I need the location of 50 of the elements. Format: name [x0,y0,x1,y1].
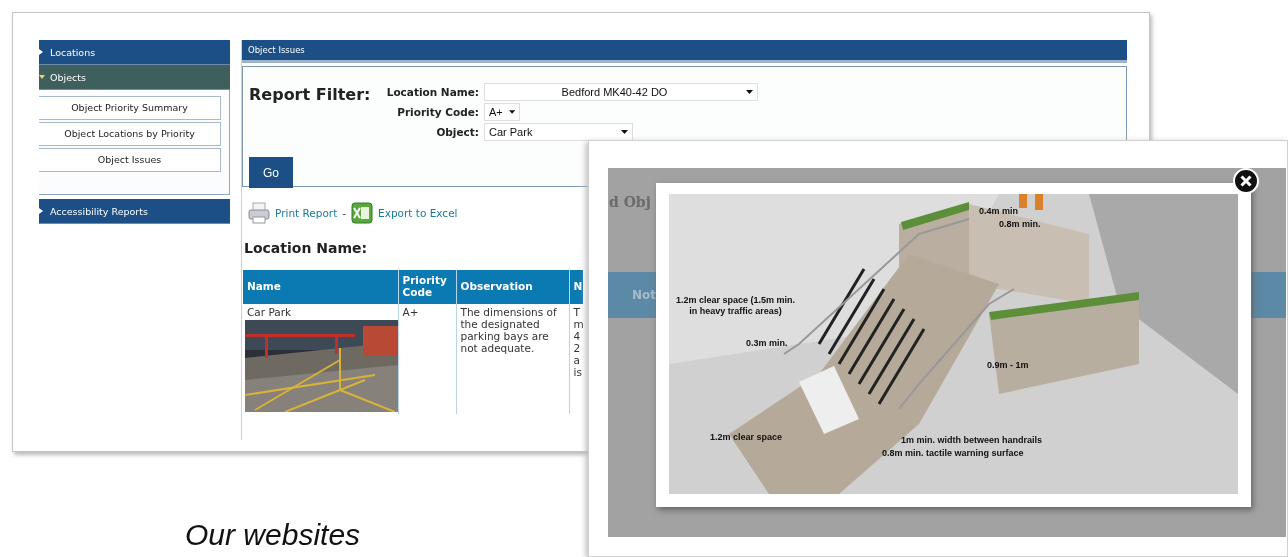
dimension-label: 0.9m - 1m [987,360,1029,372]
spreadsheet-icon [351,202,374,224]
dropdown-field[interactable]: Car Park [484,123,633,141]
table-cell: m [573,318,583,331]
column-header: Priority Code [398,270,456,304]
dimension-label: 1.2m clear space (1.5m min. in heavy traffic areas) [676,295,796,318]
caret-down-icon [746,90,753,94]
dimension-label: 1.2m clear space [710,432,783,444]
table-cell-text: Car Park [247,306,293,319]
dimension-label: 0.8m min. [999,219,1041,231]
section-heading: Location Name: [244,240,369,256]
sidebar-item[interactable]: Locations [39,40,230,65]
action-link[interactable]: Export to Excel [378,207,458,219]
caret-down-icon [39,74,45,80]
page-heading: d Obj [609,194,651,210]
caret-down-icon [508,110,515,114]
submenu-item[interactable]: Object Issues [39,148,221,172]
action-link[interactable]: Print Report [275,207,338,219]
table-cell-text: 2 [573,342,582,355]
field-label: Location Name: [386,86,479,98]
field-label: Priority Code: [397,106,479,118]
dropdown-field[interactable]: Bedford MK40-42 DO [484,83,758,101]
dimension-label: 0.3m min. [746,338,788,350]
table-cell-text: T [573,306,581,319]
caret-right-icon [39,208,45,214]
dimension-label: 0.4m min [979,206,1018,218]
caret-right-icon [39,49,45,55]
column-header: Name [243,270,398,304]
field-label: Object: [436,126,479,138]
sidebar-item[interactable]: Objects [39,65,230,90]
column-header: Observation [456,270,569,304]
slide-caption: Our websites [185,518,361,552]
table-cell-text: a [573,354,581,367]
table-cell: is [573,366,583,379]
dimension-label: 1m min. width between handrails [901,435,1043,447]
table-cell-text: 4 [573,330,582,343]
panel-title: Object Issues [248,45,305,55]
dimension-label: 0.8m min. tactile warning surface [882,448,1024,460]
sidebar-item[interactable]: Accessibility Reports [39,199,230,224]
dropdown-field[interactable]: A+ [484,103,520,121]
caret-down-icon [621,130,628,134]
submenu-item[interactable]: Object Priority Summary [39,96,221,120]
table-cell-text: A+ [402,306,420,319]
filter-heading: Report Filter: [249,84,372,106]
column-header: Not [632,288,657,302]
go-button[interactable]: Go [249,157,293,188]
submenu-item[interactable]: Object Locations by Priority [39,122,221,146]
separator-text: - [342,207,347,219]
printer-icon [248,202,270,224]
table-cell-text: The dimensions of the designated parking bays are not adequate. [460,306,558,355]
